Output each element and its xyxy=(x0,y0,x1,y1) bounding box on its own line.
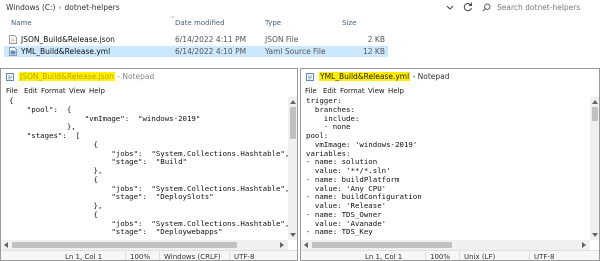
status-encoding: UTF-8 xyxy=(534,253,555,261)
vertical-scrollbar[interactable] xyxy=(288,97,297,240)
column-header-size[interactable]: Size xyxy=(342,19,356,27)
refresh-icon[interactable] xyxy=(462,1,474,13)
scroll-down-icon[interactable] xyxy=(592,233,598,237)
column-header-type[interactable]: Type xyxy=(265,19,281,27)
address-bar: Windows (C:) › dotnet-helpers Search dotne… xyxy=(0,0,600,16)
menu-file[interactable]: File xyxy=(6,87,18,95)
text-line: - none xyxy=(306,122,351,132)
file-size: 2 KB xyxy=(367,35,385,44)
status-position: Ln 1, Col 1 xyxy=(65,253,103,261)
text-line: - name: TDS_Key xyxy=(306,227,373,237)
status-zoom: 100% xyxy=(130,253,151,261)
status-position: Ln 1, Col 1 xyxy=(365,253,403,261)
scroll-up-icon[interactable] xyxy=(290,100,296,104)
status-divider xyxy=(159,252,160,260)
scroll-thumb[interactable] xyxy=(290,107,296,139)
title-bar[interactable]: JSON_Build&Release.json - Notepad xyxy=(1,69,297,85)
menu-bar: File Edit Format View Help xyxy=(1,86,297,97)
column-headers: ^ Name Date modified Type Size xyxy=(0,16,600,30)
title-file-name: YML_Build&Release.yml xyxy=(319,72,411,81)
status-encoding: UTF-8 xyxy=(234,253,255,261)
menu-view[interactable]: View xyxy=(368,87,385,95)
breadcrumb: Windows (C:) › dotnet-helpers xyxy=(6,3,120,12)
menu-format[interactable]: Format xyxy=(41,87,66,95)
scroll-left-icon[interactable] xyxy=(304,242,308,248)
status-divider xyxy=(229,252,230,260)
menu-file[interactable]: File xyxy=(305,87,317,95)
status-divider xyxy=(425,252,426,260)
text-editor[interactable]: trigger: branches: include: - none pool:… xyxy=(301,97,590,240)
breadcrumb-folder[interactable]: dotnet-helpers xyxy=(64,3,119,12)
status-bar: Ln 1, Col 1 100% Unix (LF) UTF-8 xyxy=(301,250,599,261)
menu-edit[interactable]: Edit xyxy=(323,87,337,95)
vertical-scrollbar[interactable] xyxy=(590,97,599,240)
notepad-icon xyxy=(306,73,314,81)
title-app-name: - Notepad xyxy=(114,72,155,81)
title-app-name: - Notepad xyxy=(410,72,450,81)
menu-format[interactable]: Format xyxy=(340,87,365,95)
text-line: "stage": "Deploywebapps" xyxy=(9,227,223,237)
column-header-name[interactable]: Name xyxy=(11,19,32,27)
scroll-thumb[interactable] xyxy=(312,242,452,248)
status-zoom: 100% xyxy=(430,253,451,261)
menu-help[interactable]: Help xyxy=(89,87,105,95)
window-title: YML_Build&Release.yml - Notepad xyxy=(319,72,450,81)
search-icon xyxy=(482,3,491,12)
menu-edit[interactable]: Edit xyxy=(24,87,38,95)
notepad-icon xyxy=(6,73,14,81)
file-size: 12 KB xyxy=(363,47,385,56)
horizontal-scrollbar[interactable] xyxy=(301,240,590,250)
search-placeholder: Search dotnet-helpers xyxy=(497,3,581,12)
chevron-down-icon[interactable] xyxy=(444,2,456,13)
status-line-ending: Windows (CRLF) xyxy=(164,253,221,261)
scroll-down-icon[interactable] xyxy=(290,233,296,237)
text-editor[interactable]: { "pool": { "vmImage": "windows-2019" },… xyxy=(1,97,288,240)
status-line-ending: Unix (LF) xyxy=(464,253,496,261)
status-divider xyxy=(125,252,126,260)
title-bar[interactable]: YML_Build&Release.yml - Notepad xyxy=(301,69,599,85)
horizontal-scrollbar[interactable] xyxy=(1,240,288,250)
notepad-window-json: JSON_Build&Release.json - Notepad File E… xyxy=(0,68,298,261)
menu-help[interactable]: Help xyxy=(388,87,404,95)
scroll-left-icon[interactable] xyxy=(4,242,8,248)
breadcrumb-drive[interactable]: Windows (C:) xyxy=(6,3,55,12)
file-row-yml[interactable]: YML_Build&Release.yml 6/14/2022 4:10 PM … xyxy=(4,46,388,57)
column-header-date[interactable]: Date modified xyxy=(175,19,225,27)
scroll-right-icon[interactable] xyxy=(582,242,586,248)
status-divider xyxy=(529,252,530,260)
scroll-up-icon[interactable] xyxy=(592,100,598,104)
window-title: JSON_Build&Release.json - Notepad xyxy=(19,72,154,81)
menu-bar: File Edit Format View Help xyxy=(301,86,599,97)
search-box[interactable]: Search dotnet-helpers xyxy=(482,1,596,14)
scroll-right-icon[interactable] xyxy=(280,242,284,248)
scroll-thumb[interactable] xyxy=(12,242,237,248)
file-row-json[interactable]: JSON_Build&Release.json 6/14/2022 4:11 P… xyxy=(4,34,388,45)
notepad-window-yml: YML_Build&Release.yml - Notepad File Edi… xyxy=(300,68,600,261)
menu-view[interactable]: View xyxy=(69,87,86,95)
scroll-thumb[interactable] xyxy=(592,107,598,121)
title-file-name: JSON_Build&Release.json xyxy=(19,72,115,81)
status-divider xyxy=(459,252,460,260)
status-bar: Ln 1, Col 1 100% Windows (CRLF) UTF-8 xyxy=(1,250,297,261)
